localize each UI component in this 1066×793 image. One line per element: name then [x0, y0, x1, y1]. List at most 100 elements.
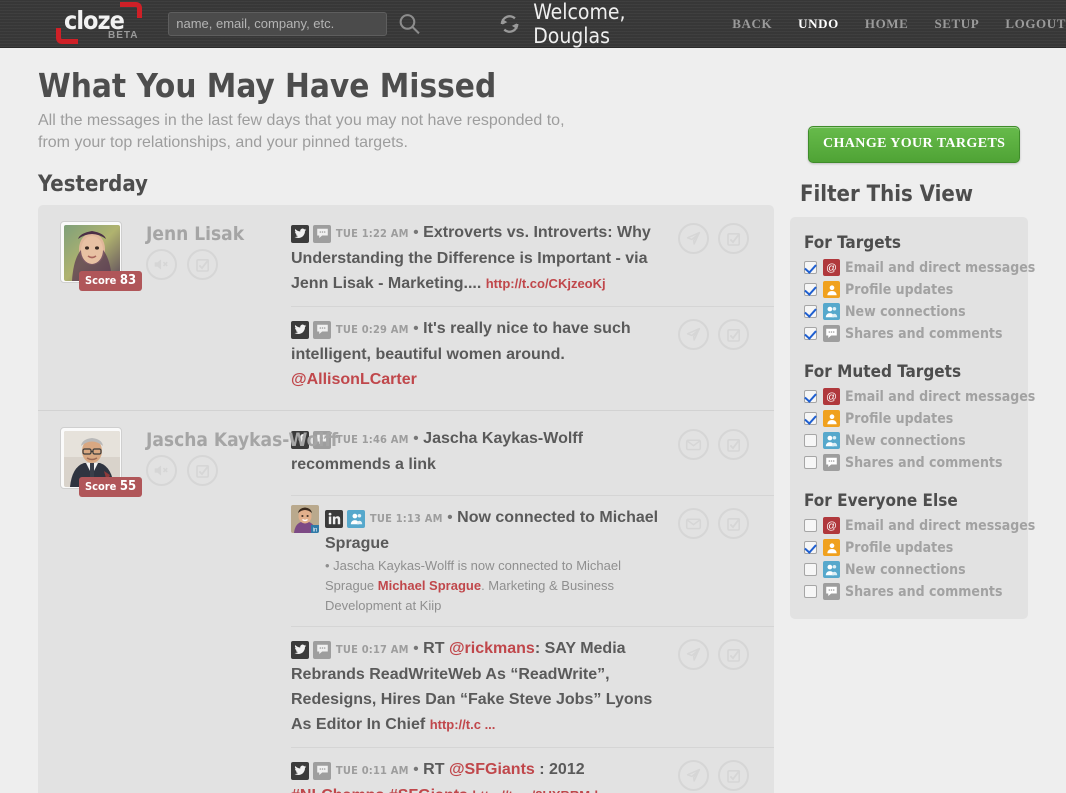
twitter-icon: [291, 320, 309, 339]
mute-icon[interactable]: [146, 249, 177, 280]
nav-logout[interactable]: LOGOUT: [1005, 16, 1066, 32]
nav-setup[interactable]: SETUP: [934, 16, 979, 32]
refresh-icon[interactable]: [498, 12, 521, 36]
message-link[interactable]: http://t.c ...: [430, 717, 496, 732]
score-value: 55: [119, 479, 137, 494]
message-subtext-link[interactable]: Michael Sprague: [378, 578, 481, 593]
speech-bubble-icon: [313, 320, 332, 339]
search-input[interactable]: [168, 11, 387, 36]
mute-icon[interactable]: [146, 455, 177, 486]
filter-row-muted-connections[interactable]: New connections: [804, 430, 1014, 451]
checkbox-icon[interactable]: [718, 639, 749, 670]
page-body: What You May Have Missed All the message…: [0, 48, 1066, 793]
message-body: TUE 1:22 AM • Extroverts vs. Introverts:…: [291, 224, 651, 292]
filter-group-title: For Muted Targets: [804, 362, 962, 382]
filter-row-targets-email[interactable]: @ Email and direct messages: [804, 257, 1035, 278]
filter-row-everyone-shares[interactable]: Shares and comments: [804, 581, 1014, 602]
filter-row-targets-shares[interactable]: Shares and comments: [804, 323, 1014, 344]
nav-home[interactable]: HOME: [865, 16, 909, 32]
message-mention[interactable]: @AllisonLCarter: [291, 371, 417, 388]
message-time: TUE 1:46 AM: [335, 433, 409, 446]
filter-row-targets-connections[interactable]: New connections: [804, 301, 1014, 322]
message-rt-prefix: RT: [423, 640, 449, 657]
filter-checkbox[interactable]: [804, 434, 817, 447]
filter-checkbox[interactable]: [804, 261, 817, 274]
message-row: TUE 0:17 AM • RT @rickmans: SAY Media Re…: [291, 626, 774, 747]
person-block: Score 55 Jascha Kaykas-Wolff TUE 1:46 AM…: [38, 410, 774, 793]
filter-row-muted-profile[interactable]: Profile updates: [804, 408, 1014, 429]
reply-icon[interactable]: [678, 223, 709, 254]
avatar[interactable]: Score 83: [60, 221, 143, 291]
message-time: TUE 1:13 AM: [369, 512, 443, 525]
person-icon: [823, 539, 840, 556]
filter-label: Email and direct messages: [845, 388, 1036, 405]
filter-label: Profile updates: [845, 539, 954, 556]
filter-checkbox[interactable]: [804, 412, 817, 425]
reply-icon[interactable]: [678, 319, 709, 350]
page-title: What You May Have Missed: [38, 66, 497, 105]
message-link[interactable]: http://t.co/CKjzeoKj: [486, 276, 606, 291]
checkbox-icon[interactable]: [187, 249, 218, 280]
message-row: in TUE 1:13 AM • Now connected to Michae…: [291, 495, 774, 626]
envelope-icon[interactable]: [678, 429, 709, 460]
checkbox-icon[interactable]: [718, 429, 749, 460]
avatar[interactable]: Score 55: [60, 427, 143, 497]
filter-checkbox[interactable]: [804, 585, 817, 598]
score-label: Score: [85, 274, 117, 287]
person-summary: Score 55 Jascha Kaykas-Wolff: [38, 411, 338, 793]
twitter-icon: [291, 640, 309, 659]
message-hashtag-1[interactable]: #NLChamps: [291, 787, 384, 793]
person-messages: TUE 1:22 AM • Extroverts vs. Introverts:…: [291, 205, 774, 410]
filter-checkbox[interactable]: [804, 563, 817, 576]
message-time: TUE 0:29 AM: [335, 323, 409, 336]
message-link[interactable]: http://t.co/8UXBRMde: [472, 788, 605, 793]
people-icon: [823, 561, 840, 578]
envelope-icon[interactable]: [678, 508, 709, 539]
filter-row-everyone-profile[interactable]: Profile updates: [804, 537, 1014, 558]
nav-undo[interactable]: UNDO: [798, 16, 839, 32]
speech-bubble-icon: [313, 761, 332, 780]
filter-row-everyone-email[interactable]: @ Email and direct messages: [804, 515, 1035, 536]
speech-bubble-icon: [823, 325, 840, 342]
person-actions: [146, 249, 218, 280]
filter-checkbox[interactable]: [804, 456, 817, 469]
score-value: 83: [119, 273, 137, 288]
checkbox-icon[interactable]: [187, 455, 218, 486]
filter-checkbox[interactable]: [804, 541, 817, 554]
reply-icon[interactable]: [678, 760, 709, 791]
filter-row-muted-shares[interactable]: Shares and comments: [804, 452, 1014, 473]
message-row: TUE 0:11 AM • RT @SFGiants : 2012 #NLCha…: [291, 747, 774, 793]
filter-row-everyone-connections[interactable]: New connections: [804, 559, 1014, 580]
nav-back[interactable]: BACK: [732, 16, 772, 32]
messages-card: Score 83 Jenn Lisak TUE 1:22 AM • Extrov…: [38, 205, 774, 793]
checkbox-icon[interactable]: [718, 223, 749, 254]
filter-checkbox[interactable]: [804, 519, 817, 532]
message-time: TUE 1:22 AM: [335, 227, 409, 240]
reply-icon[interactable]: [678, 639, 709, 670]
change-targets-button[interactable]: CHANGE YOUR TARGETS: [808, 126, 1021, 163]
logo[interactable]: cloze BETA: [56, 0, 160, 48]
filter-row-muted-email[interactable]: @ Email and direct messages: [804, 386, 1035, 407]
message-subtext: • Jascha Kaykas-Wolff is now connected t…: [325, 556, 670, 616]
message-row: TUE 1:22 AM • Extroverts vs. Introverts:…: [291, 211, 774, 306]
filter-checkbox[interactable]: [804, 390, 817, 403]
svg-text:@: @: [826, 262, 837, 274]
message-hashtag-2[interactable]: #SFGiants: [389, 787, 468, 793]
message-mention[interactable]: @rickmans: [449, 640, 535, 657]
message-mention[interactable]: @SFGiants: [449, 761, 535, 778]
filter-label: Profile updates: [845, 281, 954, 298]
checkbox-icon[interactable]: [718, 508, 749, 539]
filter-checkbox[interactable]: [804, 305, 817, 318]
message-rt-prefix: RT: [423, 761, 449, 778]
checkbox-icon[interactable]: [718, 319, 749, 350]
filter-checkbox[interactable]: [804, 283, 817, 296]
speech-bubble-icon: [823, 454, 840, 471]
checkbox-icon[interactable]: [718, 760, 749, 791]
filter-row-targets-profile[interactable]: Profile updates: [804, 279, 1014, 300]
message-body: TUE 0:17 AM • RT @rickmans: SAY Media Re…: [291, 640, 653, 733]
filter-checkbox[interactable]: [804, 327, 817, 340]
svg-text:@: @: [826, 391, 837, 403]
search-icon[interactable]: [397, 11, 422, 37]
at-icon: @: [823, 388, 840, 405]
person-block: Score 83 Jenn Lisak TUE 1:22 AM • Extrov…: [38, 205, 774, 410]
